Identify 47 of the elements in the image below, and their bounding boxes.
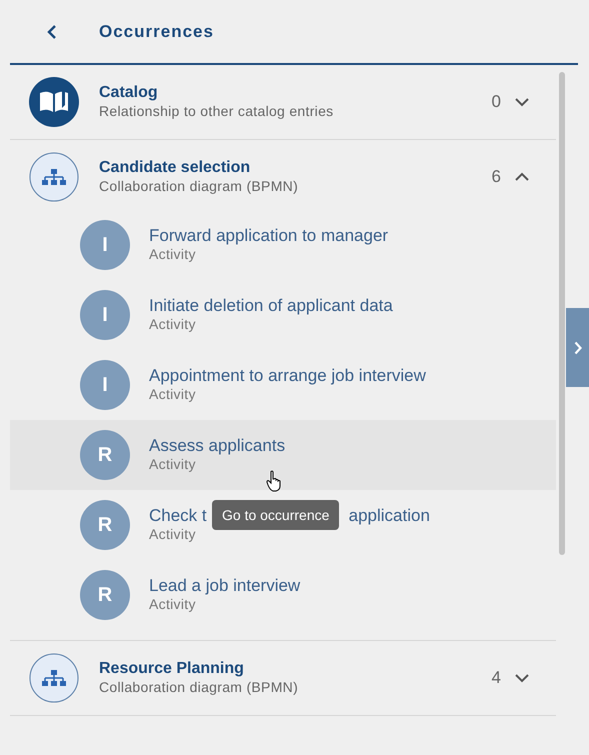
- group-title: Catalog: [99, 84, 159, 102]
- group-header[interactable]: Resource Planning Collaboration diagram (BPMN) 4: [10, 641, 556, 715]
- occurrence-row[interactable]: I Appointment to arrange job interview Activity: [10, 350, 556, 420]
- occurrence-title: application: [348, 506, 430, 525]
- occurrence-type: Activity: [149, 525, 197, 544]
- group-subtitle: Collaboration diagram (BPMN): [99, 678, 300, 696]
- back-icon: [47, 24, 57, 40]
- avatar: R: [80, 430, 130, 480]
- occurrence-count: 4: [492, 667, 501, 690]
- group-header[interactable]: Catalog Relationship to other catalog entries 0: [10, 65, 556, 139]
- occurrence-count: 0: [492, 91, 501, 114]
- avatar: R: [80, 570, 130, 620]
- hierarchy-icon: [29, 653, 79, 703]
- occurrence-title: Check t: [149, 506, 207, 525]
- expand-icon[interactable]: [514, 97, 530, 107]
- collapse-icon[interactable]: [514, 172, 530, 182]
- expand-icon[interactable]: [514, 673, 530, 683]
- occurrence-type: Activity: [149, 315, 197, 334]
- avatar: I: [80, 360, 130, 410]
- scrollbar-thumb[interactable]: [559, 72, 565, 555]
- occurrence-title: Lead a job interview: [149, 576, 300, 595]
- avatar: I: [80, 290, 130, 340]
- group-title: Candidate selection: [99, 159, 252, 177]
- occurrence-title: Assess applicants: [149, 436, 286, 455]
- chevron-right-icon: [574, 340, 582, 354]
- open-book-icon: [29, 77, 79, 127]
- occurrence-row[interactable]: I Initiate deletion of applicant data Activity: [10, 280, 556, 350]
- hierarchy-icon: [29, 152, 79, 202]
- tooltip: Go to occurrence: [212, 500, 340, 530]
- avatar: R: [80, 500, 130, 550]
- occurrence-row[interactable]: R Assess applicants Activity: [10, 420, 556, 490]
- occurrence-row[interactable]: R Lead a job interview Activity: [10, 560, 556, 630]
- occurrence-type: Activity: [149, 595, 197, 614]
- occurrence-type: Activity: [149, 245, 197, 264]
- occurrence-row[interactable]: R Check t application Activity Go to occurrence: [10, 490, 556, 560]
- occurrence-title: Initiate deletion of applicant data: [149, 296, 393, 315]
- occurrence-title: Forward application to manager: [149, 226, 388, 245]
- group-subtitle: Relationship to other catalog entries: [99, 102, 334, 120]
- panel-title: Occurrences: [99, 20, 214, 43]
- occurrence-type: Activity: [149, 385, 197, 404]
- group-title: Resource Planning: [99, 660, 245, 678]
- occurrence-title: Appointment to arrange job interview: [149, 366, 426, 385]
- avatar: I: [80, 220, 130, 270]
- occurrence-type: Activity: [149, 455, 197, 474]
- group-subtitle: Collaboration diagram (BPMN): [99, 177, 300, 195]
- occurrence-count: 6: [492, 166, 501, 188]
- hand-cursor-icon: [266, 470, 282, 492]
